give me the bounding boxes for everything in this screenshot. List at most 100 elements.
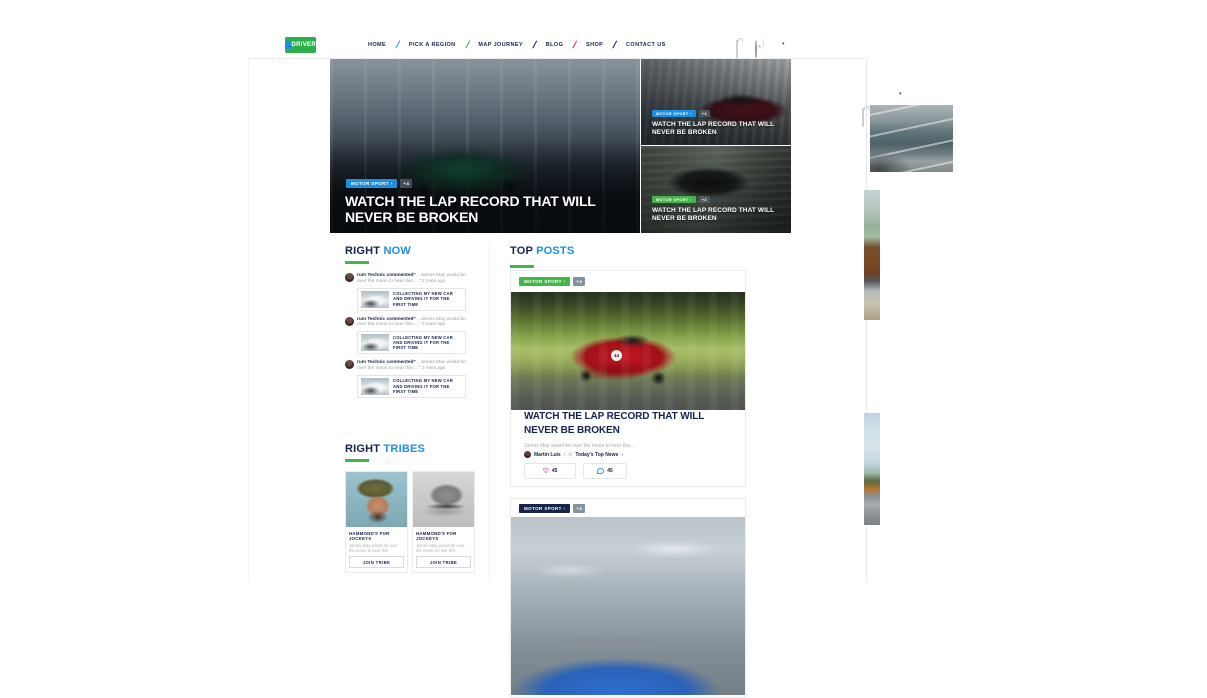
more-count-badge[interactable]: +4 bbox=[400, 179, 412, 188]
post-image[interactable]: 44 bbox=[511, 292, 745, 410]
tribes-row: HAMMOND'S FOR JOCKEYS James May would be… bbox=[345, 471, 477, 573]
chevron-down-icon[interactable]: ▾ bbox=[899, 91, 902, 97]
comment-item: rum Technic commented”…James May would b… bbox=[345, 273, 469, 311]
commenter-name[interactable]: rum Technic commented” bbox=[357, 317, 416, 322]
quoted-post-title: COLLECTING MY NEW CAR AND DRIVING IT FOR… bbox=[393, 291, 462, 307]
post-actions: ♡45 45 bbox=[524, 463, 627, 479]
comment-count: 45 bbox=[607, 468, 613, 474]
tribe-name[interactable]: HAMMOND'S FOR JOCKEYS bbox=[349, 531, 404, 541]
category-badge-motorsport[interactable]: MOTOR SPORT › bbox=[519, 504, 570, 513]
race-car-number: 44 bbox=[611, 350, 622, 361]
commenter-avatar[interactable] bbox=[345, 317, 354, 326]
category-badge-motorsport[interactable]: MOTOR SPORT › bbox=[346, 179, 397, 188]
author-name[interactable]: Martin Luis bbox=[534, 452, 561, 458]
tribe-card: HAMMOND'S FOR JOCKEYS James May would be… bbox=[345, 471, 408, 573]
comment-button[interactable]: 45 bbox=[583, 463, 627, 479]
comment-feed: rum Technic commented”…James May would b… bbox=[345, 273, 469, 398]
meta-dot: • bbox=[564, 452, 566, 458]
site-logo[interactable]: DRIVER bbox=[285, 37, 316, 53]
right-now-section: RIGHT NOW rum Technic commented”…James M… bbox=[345, 245, 469, 404]
logo-text: DRIVER bbox=[292, 42, 316, 48]
nav-home[interactable]: HOME bbox=[368, 42, 386, 48]
nav-separator: / bbox=[532, 40, 536, 51]
chevron-down-icon[interactable]: ▾ bbox=[782, 41, 785, 47]
more-count-badge[interactable]: +4 bbox=[573, 277, 585, 286]
comment-text: rum Technic commented”…James May would b… bbox=[357, 317, 469, 329]
tile-article-title[interactable]: WATCH THE LAP RECORD THAT WILL NEVER BE … bbox=[652, 121, 784, 137]
section-title: TOP POSTS bbox=[510, 245, 574, 257]
nav-separator: / bbox=[612, 40, 616, 51]
tile-article-title[interactable]: WATCH THE LAP RECORD THAT WILL NEVER BE … bbox=[652, 207, 784, 223]
hero-article-title[interactable]: WATCH THE LAP RECORD THAT WILL NEVER BE … bbox=[345, 193, 645, 225]
join-tribe-button[interactable]: JOIN TRIBE bbox=[416, 556, 471, 568]
comment-head: rum Technic commented”…James May would b… bbox=[345, 360, 469, 372]
column-divider bbox=[489, 242, 490, 582]
nav-shop[interactable]: SHOP bbox=[586, 42, 603, 48]
post-image[interactable] bbox=[511, 517, 745, 695]
page-left-edge bbox=[248, 59, 249, 582]
hero-tile-top[interactable]: MOTOR SPORT ›+4 WATCH THE LAP RECORD THA… bbox=[641, 59, 791, 145]
quoted-post-thumbnail bbox=[361, 291, 389, 308]
tribe-description: James May would be over the moon to hear… bbox=[349, 543, 404, 553]
tribe-photo[interactable] bbox=[346, 472, 407, 527]
quoted-post[interactable]: COLLECTING MY NEW CAR AND DRIVING IT FOR… bbox=[357, 375, 466, 398]
bleed-image-road bbox=[870, 105, 953, 172]
tribe-name[interactable]: HAMMOND'S FOR JOCKEYS bbox=[416, 531, 471, 541]
tribe-card: HAMMOND'S FOR JOCKEYS James May would be… bbox=[412, 471, 475, 573]
nav-separator: / bbox=[395, 40, 399, 51]
quoted-post-title: COLLECTING MY NEW CAR AND DRIVING IT FOR… bbox=[393, 335, 462, 351]
nav-pick-a-region[interactable]: PICK A REGION bbox=[409, 42, 456, 48]
more-count-badge[interactable]: +4 bbox=[573, 504, 585, 513]
section-title: RIGHT NOW bbox=[345, 245, 469, 257]
comment-time: 2 mins ago bbox=[422, 366, 445, 371]
comment-bubble-icon bbox=[597, 468, 604, 474]
quoted-post-title: COLLECTING MY NEW CAR AND DRIVING IT FOR… bbox=[393, 378, 462, 394]
comment-time: 2 mins ago bbox=[422, 279, 445, 284]
tribe-photo[interactable] bbox=[413, 472, 474, 527]
like-button[interactable]: ♡45 bbox=[524, 463, 576, 479]
quoted-post[interactable]: COLLECTING MY NEW CAR AND DRIVING IT FOR… bbox=[357, 288, 466, 311]
category-badge-motorsport[interactable]: MOTOR SPORT › bbox=[652, 196, 696, 203]
category-badge-motorsport[interactable]: MOTOR SPORT › bbox=[652, 110, 696, 117]
nav-map-journey[interactable]: MAP JOURNEY bbox=[478, 42, 523, 48]
section-underline bbox=[345, 261, 369, 264]
tribe-description: James May would be over the moon to hear… bbox=[416, 543, 471, 553]
post-title[interactable]: WATCH THE LAP RECORD THAT WILL NEVER BE … bbox=[524, 410, 732, 437]
right-tribes-section: RIGHT TRIBES HAMMOND'S FOR JOCKEYS James… bbox=[345, 443, 477, 573]
quoted-post[interactable]: COLLECTING MY NEW CAR AND DRIVING IT FOR… bbox=[357, 331, 466, 354]
header-divider bbox=[763, 39, 764, 49]
category-badge-motorsport[interactable]: MOTOR SPORT › bbox=[519, 277, 570, 286]
commenter-name[interactable]: rum Technic commented” bbox=[357, 273, 416, 278]
quoted-post-thumbnail bbox=[361, 334, 389, 351]
more-count-badge[interactable]: +4 bbox=[699, 196, 710, 203]
search-icon[interactable] bbox=[755, 40, 757, 59]
join-tribe-button[interactable]: JOIN TRIBE bbox=[349, 556, 404, 568]
comment-time: 2 mins ago bbox=[422, 322, 445, 327]
section-title-main: TOP bbox=[510, 245, 533, 257]
comment-head: rum Technic commented”…James May would b… bbox=[345, 273, 469, 285]
commenter-avatar[interactable] bbox=[345, 273, 354, 282]
main-nav: HOME / PICK A REGION / MAP JOURNEY / BLO… bbox=[368, 38, 666, 52]
section-title-accent: NOW bbox=[384, 245, 411, 257]
nav-contact-us[interactable]: CONTACT US bbox=[626, 42, 666, 48]
post-excerpt: James May would be over the moon to hear… bbox=[524, 443, 637, 449]
section-title: RIGHT TRIBES bbox=[345, 443, 477, 455]
post-card: MOTOR SPORT ›+4 44 WATCH THE LAP RECORD … bbox=[510, 270, 746, 487]
cart-icon[interactable] bbox=[862, 108, 864, 127]
more-count-badge[interactable]: +4 bbox=[699, 110, 710, 117]
nav-separator: / bbox=[465, 40, 469, 51]
nav-blog[interactable]: BLOG bbox=[546, 42, 564, 48]
section-title-accent: TRIBES bbox=[384, 443, 426, 455]
like-count: 45 bbox=[552, 468, 558, 474]
section-underline bbox=[345, 459, 369, 462]
comment-item: rum Technic commented”…James May would b… bbox=[345, 317, 469, 355]
comment-text: rum Technic commented”…James May would b… bbox=[357, 273, 469, 285]
hero-article-image[interactable]: MOTOR SPORT ›+4 WATCH THE LAP RECORD THA… bbox=[330, 59, 640, 233]
commenter-avatar[interactable] bbox=[345, 360, 354, 369]
cart-icon[interactable] bbox=[736, 40, 738, 59]
post-meta: Martin Luis • in Today's Top News › bbox=[524, 451, 623, 458]
author-avatar[interactable] bbox=[524, 451, 531, 458]
commenter-name[interactable]: rum Technic commented” bbox=[357, 360, 416, 365]
hero-tile-bottom[interactable]: MOTOR SPORT ›+4 WATCH THE LAP RECORD THA… bbox=[641, 146, 791, 233]
post-category-link[interactable]: Today's Top News bbox=[575, 452, 618, 458]
